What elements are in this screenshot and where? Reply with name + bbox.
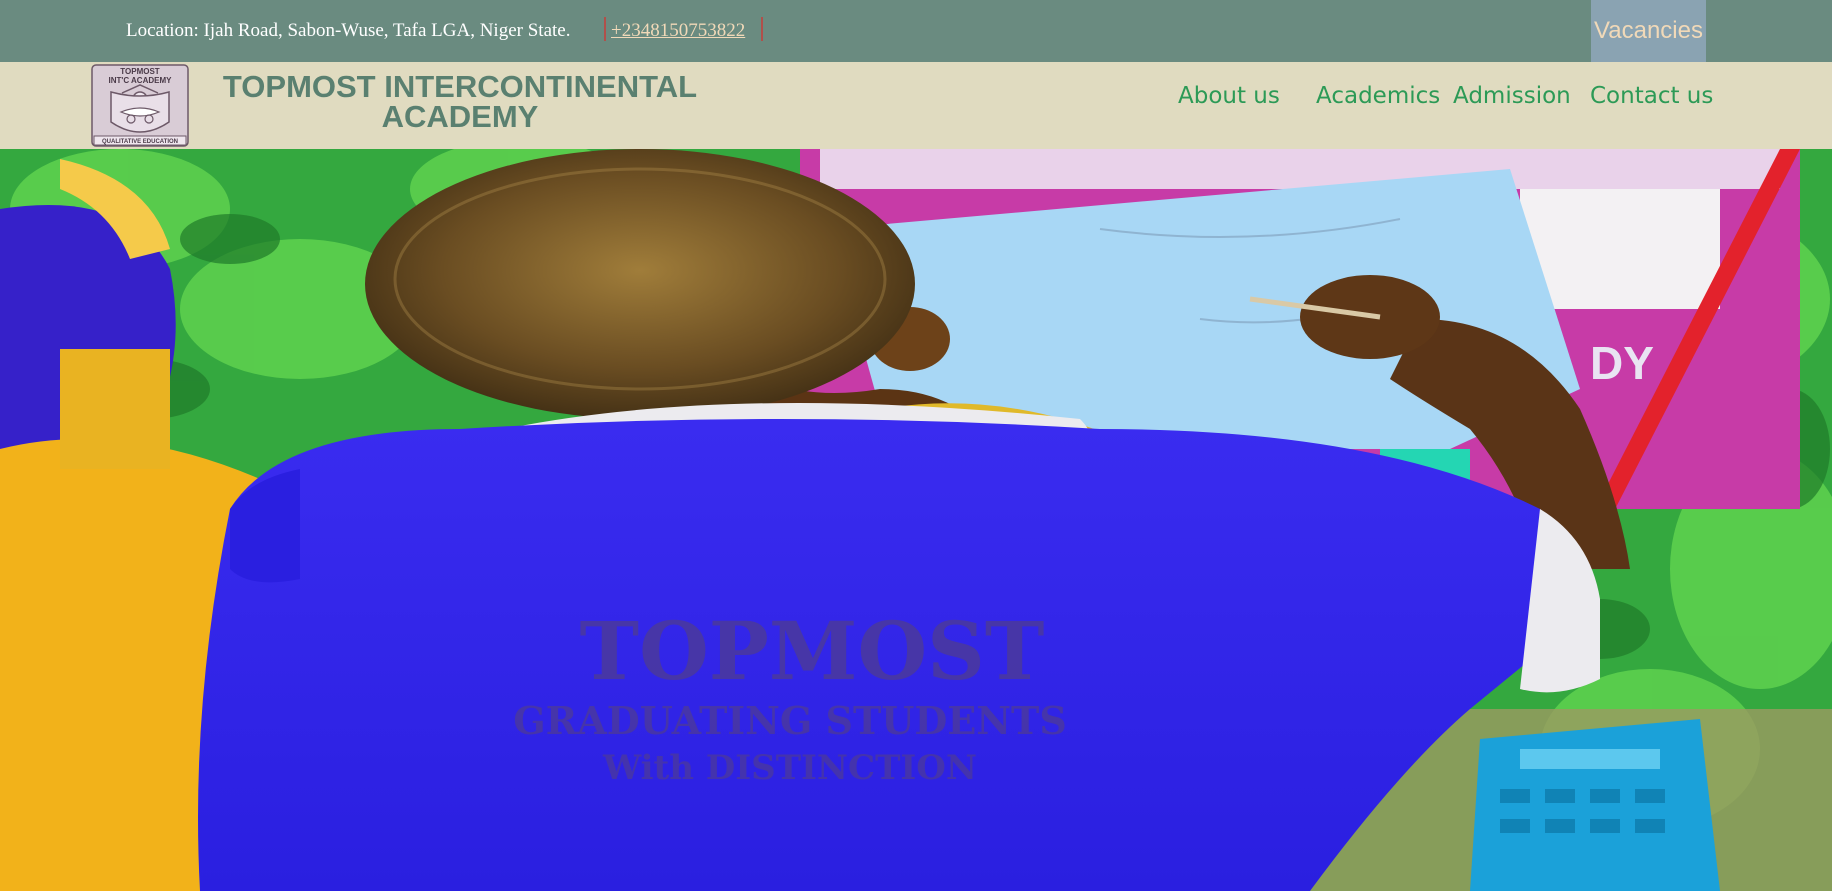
svg-text:DY: DY — [1590, 337, 1654, 389]
logo-subtitle-text: INT'C ACADEMY — [109, 76, 173, 85]
hero-banner: DY TOPMOST GRADUATING STUDENTS With DIST — [0, 149, 1832, 891]
nav-contact-us[interactable]: Contact us — [1590, 83, 1713, 109]
location-text: Location: Ijah Road, Sabon-Wuse, Tafa LG… — [126, 20, 571, 41]
nav-about-us[interactable]: About us — [1178, 83, 1280, 109]
hero-photo: DY TOPMOST GRADUATING STUDENTS With DIST — [0, 149, 1832, 891]
school-logo[interactable]: TOPMOST INT'C ACADEMY QUALITATIVE EDUCAT… — [91, 64, 189, 147]
header-navbar: TOPMOST INT'C ACADEMY QUALITATIVE EDUCAT… — [0, 62, 1832, 149]
shirt-print-subtitle: GRADUATING STUDENTS — [513, 698, 1067, 743]
divider — [604, 17, 606, 41]
shirt-print-tagline: With DISTINCTION — [602, 748, 977, 788]
logo-motto-text: QUALITATIVE EDUCATION — [102, 139, 178, 145]
nav-admission[interactable]: Admission — [1453, 83, 1571, 109]
phone-link[interactable]: +2348150753822 — [611, 20, 745, 42]
nav-academics[interactable]: Academics — [1316, 83, 1440, 109]
divider — [761, 17, 763, 41]
school-name-line2: ACADEMY — [381, 99, 539, 134]
top-info-bar: Location: Ijah Road, Sabon-Wuse, Tafa LG… — [0, 0, 1832, 62]
logo-title-text: TOPMOST — [120, 67, 160, 76]
school-name-line1: TOPMOST INTERCONTINENTAL — [222, 69, 698, 104]
shirt-print-title: TOPMOST — [580, 604, 1045, 698]
vacancies-button[interactable]: Vacancies — [1591, 0, 1706, 62]
school-name[interactable]: TOPMOST INTERCONTINENTAL ACADEMY — [196, 69, 724, 134]
